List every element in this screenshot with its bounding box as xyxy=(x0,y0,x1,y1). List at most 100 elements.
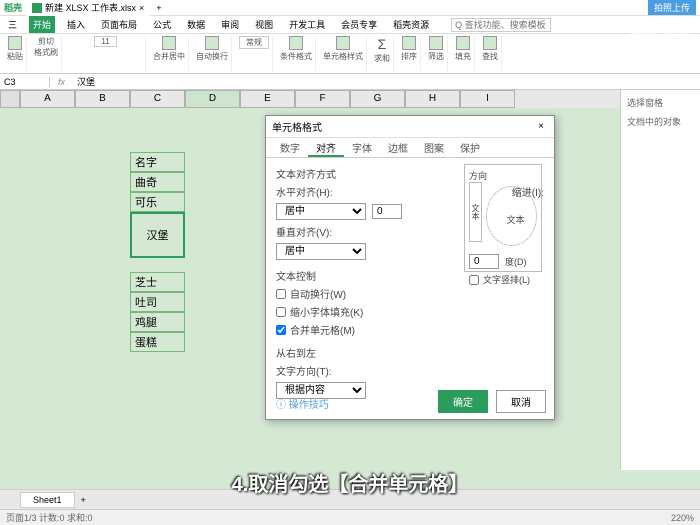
paste-icon xyxy=(8,36,22,50)
v-align-select[interactable]: 居中 xyxy=(276,243,366,260)
sort-button[interactable]: 排序 xyxy=(401,36,417,62)
menu-file[interactable]: 三 xyxy=(4,16,21,33)
cell[interactable]: 名字 xyxy=(130,152,185,172)
wrap-icon xyxy=(205,36,219,50)
col-header-d[interactable]: D xyxy=(185,90,240,108)
column-headers: A B C D E F G H I xyxy=(0,90,620,108)
cell[interactable]: 可乐 xyxy=(130,192,185,212)
ribbon: 粘贴 剪切 格式刷 11 合并居中 自动换行 常规 条件格式 单元格样式 Σ求和… xyxy=(0,34,700,74)
col-header-a[interactable]: A xyxy=(20,90,75,108)
cell-style-button[interactable]: 单元格样式 xyxy=(323,36,363,62)
task-pane-desc: 文档中的对象 xyxy=(627,115,694,128)
cell[interactable]: 曲奇 xyxy=(130,172,185,192)
section-rtl: 从右到左 xyxy=(276,345,544,360)
menu-dev[interactable]: 开发工具 xyxy=(285,16,329,33)
number-format[interactable]: 常规 xyxy=(239,36,269,49)
tip-link[interactable]: ⓘ 操作技巧 xyxy=(276,396,329,411)
menu-resource[interactable]: 稻壳资源 xyxy=(389,16,433,33)
tab-alignment[interactable]: 对齐 xyxy=(308,138,344,157)
menu-layout[interactable]: 页面布局 xyxy=(97,16,141,33)
fill-button[interactable]: 填充 xyxy=(455,36,471,62)
font-size-value[interactable]: 11 xyxy=(94,36,116,47)
checkbox-wrap[interactable] xyxy=(276,289,286,299)
format-painter-button[interactable]: 格式刷 xyxy=(34,47,58,58)
status-bar: 页面1/3 计数:0 求和:0 220% xyxy=(0,509,700,525)
menu-bar: 三 开始 插入 页面布局 公式 数据 审阅 视图 开发工具 会员专享 稻壳资源 xyxy=(0,16,700,34)
watermark: 天奇·视频 xyxy=(629,24,690,44)
cut-button[interactable]: 剪切 xyxy=(38,36,54,47)
menu-view[interactable]: 视图 xyxy=(251,16,277,33)
checkbox-vertical-text[interactable] xyxy=(469,275,479,285)
upload-button[interactable]: 拍照上传 xyxy=(648,0,696,15)
sort-icon xyxy=(402,36,416,50)
find-button[interactable]: 查找 xyxy=(482,36,498,62)
orientation-box: 方向 文本 文本 度(D) 文字竖排(L) xyxy=(464,164,542,272)
dialog-tabs: 数字 对齐 字体 边框 图案 保护 xyxy=(266,138,554,158)
status-left: 页面1/3 计数:0 求和:0 xyxy=(6,511,93,524)
cell-selected[interactable]: 汉堡 xyxy=(130,212,185,258)
video-caption: 4.取消勾选【合并单元格】 xyxy=(0,468,700,497)
merge-button[interactable]: 合并居中 xyxy=(153,36,185,62)
col-header-e[interactable]: E xyxy=(240,90,295,108)
menu-review[interactable]: 审阅 xyxy=(217,16,243,33)
degree-input[interactable] xyxy=(469,254,499,269)
menu-member[interactable]: 会员专享 xyxy=(337,16,381,33)
document-tab[interactable]: 新建 XLSX 工作表.xlsx × xyxy=(26,0,150,16)
tab-pattern[interactable]: 图案 xyxy=(416,138,452,157)
task-pane-title: 选择窗格 xyxy=(627,96,694,109)
h-align-label: 水平对齐(H): xyxy=(276,184,333,199)
tab-number[interactable]: 数字 xyxy=(272,138,308,157)
h-align-select[interactable]: 居中 xyxy=(276,203,366,220)
direction-label: 文字方向(T): xyxy=(276,363,332,378)
find-icon xyxy=(483,36,497,50)
v-align-label: 垂直对齐(V): xyxy=(276,224,332,239)
col-header-h[interactable]: H xyxy=(405,90,460,108)
col-header-i[interactable]: I xyxy=(460,90,515,108)
dialog-titlebar[interactable]: 单元格格式 × xyxy=(266,116,554,138)
app-logo: 稻壳 xyxy=(4,1,22,14)
tab-font[interactable]: 字体 xyxy=(344,138,380,157)
cell[interactable]: 吐司 xyxy=(130,292,185,312)
menu-formula[interactable]: 公式 xyxy=(149,16,175,33)
task-pane: 选择窗格 文档中的对象 xyxy=(620,90,700,470)
checkbox-merge-cells[interactable] xyxy=(276,325,286,335)
cond-format-button[interactable]: 条件格式 xyxy=(280,36,312,62)
tab-close-icon[interactable]: × xyxy=(139,3,144,13)
tab-border[interactable]: 边框 xyxy=(380,138,416,157)
fill-icon xyxy=(456,36,470,50)
dialog-title: 单元格格式 xyxy=(272,119,322,134)
dialog-body: 文本对齐方式 水平对齐(H): 缩进(I): 居中 垂直对齐(V): 居中 文本… xyxy=(266,158,554,415)
menu-insert[interactable]: 插入 xyxy=(63,16,89,33)
cell[interactable]: 鸡腿 xyxy=(130,312,185,332)
select-all-corner[interactable] xyxy=(0,90,20,108)
cancel-button[interactable]: 取消 xyxy=(496,390,546,413)
sum-button[interactable]: Σ求和 xyxy=(374,36,390,64)
search-input[interactable] xyxy=(451,18,551,32)
orientation-dial[interactable]: 文本 xyxy=(486,186,537,246)
menu-home[interactable]: 开始 xyxy=(29,16,55,33)
col-header-b[interactable]: B xyxy=(75,90,130,108)
paste-button[interactable]: 粘贴 xyxy=(7,36,23,62)
name-box[interactable]: C3 xyxy=(0,77,50,87)
style-icon xyxy=(336,36,350,50)
cell-format-dialog: 单元格格式 × 数字 对齐 字体 边框 图案 保护 文本对齐方式 水平对齐(H)… xyxy=(265,115,555,420)
indent-input[interactable] xyxy=(372,204,402,219)
col-header-g[interactable]: G xyxy=(350,90,405,108)
zoom-level[interactable]: 220% xyxy=(671,513,694,523)
filter-button[interactable]: 筛选 xyxy=(428,36,444,62)
formula-input[interactable]: 汉堡 xyxy=(73,75,700,88)
dialog-close-icon[interactable]: × xyxy=(534,121,548,132)
wrap-button[interactable]: 自动换行 xyxy=(196,36,228,62)
fx-icon[interactable]: fx xyxy=(50,77,73,87)
tab-protect[interactable]: 保护 xyxy=(452,138,488,157)
col-header-c[interactable]: C xyxy=(130,90,185,108)
checkbox-shrink[interactable] xyxy=(276,307,286,317)
cell[interactable]: 芝士 xyxy=(130,272,185,292)
col-header-f[interactable]: F xyxy=(295,90,350,108)
menu-data[interactable]: 数据 xyxy=(183,16,209,33)
filter-icon xyxy=(429,36,443,50)
ok-button[interactable]: 确定 xyxy=(438,390,488,413)
vertical-text-preview[interactable]: 文本 xyxy=(469,182,482,242)
cell[interactable]: 蛋糕 xyxy=(130,332,185,352)
add-tab-button[interactable]: + xyxy=(156,3,161,13)
